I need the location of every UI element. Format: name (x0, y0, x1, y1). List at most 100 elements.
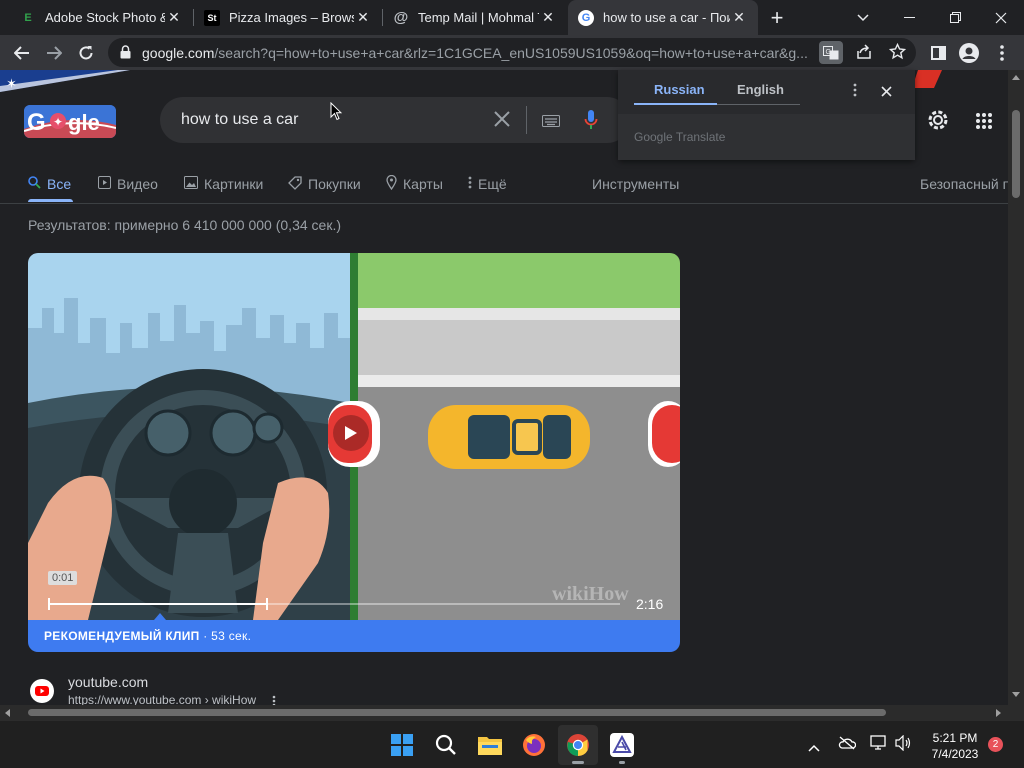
nav-tab-video[interactable]: Видео (98, 173, 158, 195)
translate-page-icon[interactable]: G (819, 41, 843, 64)
share-icon[interactable] (856, 44, 872, 65)
url-path: /search?q=how+to+use+a+car&rlz=1C1GCEA_e… (214, 44, 808, 61)
search-box-divider (526, 106, 527, 134)
system-clock[interactable]: 5:21 PM 7/4/2023 (922, 730, 988, 762)
minimize-icon[interactable] (894, 0, 924, 35)
voice-search-mic-icon[interactable] (584, 109, 598, 136)
video-scrub-handle[interactable] (266, 598, 268, 610)
bookmark-star-icon[interactable] (888, 42, 907, 65)
nav-tab-all[interactable]: Все (28, 173, 71, 195)
chrome-menu-icon[interactable] (990, 35, 1014, 70)
play-button-icon[interactable] (333, 415, 369, 451)
featured-video-player[interactable]: wikiHow 0:01 2:16 (28, 253, 680, 652)
windows-taskbar: 5:21 PM 7/4/2023 2 (0, 720, 1024, 768)
nav-divider (0, 203, 1008, 204)
reload-icon[interactable] (72, 35, 100, 70)
translate-target-language-tab[interactable]: English (737, 82, 784, 97)
tab-google-search[interactable]: G how to use a car - Пои ✕ (568, 0, 758, 35)
new-tab-icon[interactable]: + (764, 0, 790, 35)
featured-clip-duration: · 53 сек. (199, 629, 252, 643)
google-doodle-logo[interactable]: G ✦ gle (24, 105, 116, 138)
profile-avatar-icon[interactable] (956, 35, 982, 70)
active-tab-indicator (28, 199, 73, 202)
forward-arrow-icon[interactable] (40, 35, 68, 70)
search-query-text[interactable]: how to use a car (181, 111, 298, 129)
svg-text:G: G (27, 109, 46, 136)
nav-tab-more[interactable]: Ещё (468, 173, 507, 195)
tab-pizza-images[interactable]: St Pizza Images – Browse ✕ (194, 0, 382, 35)
tab-search-chevron-down-icon[interactable] (848, 0, 878, 35)
running-app-indicator (572, 761, 584, 764)
onedrive-offline-icon[interactable] (838, 736, 857, 755)
safesearch-button[interactable]: Безопасный п (920, 173, 1008, 195)
back-arrow-icon[interactable] (8, 35, 36, 70)
translate-tab-indicator (634, 103, 717, 105)
horizontal-scrollbar-thumb[interactable] (28, 709, 886, 716)
translate-close-icon[interactable] (881, 84, 892, 102)
tab-title: how to use a car - Пои (603, 10, 730, 25)
featured-clip-bar[interactable]: РЕКОМЕНДУЕМЫЙ КЛИП · 53 сек. (28, 620, 680, 652)
svg-text:gle: gle (68, 110, 100, 135)
browser-toolbar: google.com/search?q=how+to+use+a+car&rlz… (0, 35, 1024, 70)
windows-start-icon[interactable] (382, 725, 422, 765)
tab-adobe-stock[interactable]: E Adobe Stock Photo & V ✕ (10, 0, 193, 35)
translate-source-language-tab[interactable]: Russian (654, 82, 705, 97)
translate-footer: Google Translate (618, 114, 915, 160)
result-more-icon[interactable] (272, 694, 276, 705)
chrome-taskbar-icon[interactable] (558, 725, 598, 765)
close-tab-icon[interactable]: ✕ (165, 9, 183, 26)
close-window-icon[interactable] (986, 0, 1016, 35)
youtube-favicon-icon[interactable] (30, 679, 54, 703)
video-progress-track[interactable] (48, 598, 620, 610)
settings-gear-icon[interactable] (926, 108, 950, 137)
address-bar[interactable]: google.com/search?q=how+to+use+a+car&rlz… (108, 38, 916, 67)
nav-tab-label: Покупки (308, 176, 361, 192)
scroll-right-arrow-icon[interactable] (996, 709, 1001, 717)
nav-tab-label: Картинки (204, 176, 264, 192)
tab-title: Adobe Stock Photo & V (45, 10, 165, 25)
scroll-up-arrow-icon[interactable] (1012, 75, 1020, 80)
translate-options-icon[interactable] (853, 83, 857, 102)
clear-search-icon[interactable] (493, 110, 511, 133)
side-panel-icon[interactable] (925, 35, 951, 70)
firefox-icon[interactable] (514, 725, 554, 765)
url-text[interactable]: google.com/search?q=how+to+use+a+car&rlz… (142, 45, 812, 61)
network-icon[interactable] (870, 735, 888, 756)
vertical-scrollbar-thumb[interactable] (1012, 110, 1020, 198)
close-tab-icon[interactable]: ✕ (354, 9, 372, 26)
nav-tab-shopping[interactable]: Покупки (288, 173, 361, 195)
lock-icon[interactable] (120, 45, 131, 64)
taskbar-search-icon[interactable] (426, 725, 466, 765)
tab-temp-mail[interactable]: @ Temp Mail | Mohmal Te ✕ (383, 0, 567, 35)
result-site-name[interactable]: youtube.com (68, 674, 148, 690)
nav-tab-images[interactable]: Картинки (184, 173, 263, 195)
tab-title: Pizza Images – Browse (229, 10, 354, 25)
nav-tab-maps[interactable]: Карты (386, 173, 443, 195)
keyboard-icon[interactable] (542, 114, 560, 132)
nav-tab-label: Все (47, 176, 72, 192)
scroll-down-arrow-icon[interactable] (1012, 692, 1020, 697)
svg-text:G: G (826, 49, 831, 56)
result-url[interactable]: https://www.youtube.com › wikiHow (68, 693, 256, 705)
results-stats: Результатов: примерно 6 410 000 000 (0,3… (28, 217, 341, 233)
close-tab-icon[interactable]: ✕ (539, 9, 557, 26)
file-explorer-icon[interactable] (470, 725, 510, 765)
current-time-tooltip: 0:01 (48, 571, 78, 585)
translate-tab-underline (717, 104, 800, 105)
search-box[interactable]: how to use a car (160, 97, 630, 143)
image-icon (184, 176, 198, 192)
restore-icon[interactable] (940, 0, 970, 35)
volume-icon[interactable] (895, 734, 913, 756)
close-tab-icon[interactable]: ✕ (730, 9, 748, 26)
pinned-app-icon[interactable] (602, 725, 642, 765)
search-icon (28, 176, 41, 192)
google-apps-grid-icon[interactable] (975, 112, 993, 135)
show-hidden-icons-chevron-up-icon[interactable] (808, 739, 820, 757)
translate-popup: Russian English Google Translate (618, 70, 915, 160)
more-vert-icon (468, 176, 472, 192)
notification-badge[interactable]: 2 (988, 737, 1003, 752)
vertical-scrollbar[interactable] (1008, 70, 1024, 705)
scroll-left-arrow-icon[interactable] (5, 709, 10, 717)
horizontal-scrollbar[interactable] (0, 705, 1008, 720)
tools-button[interactable]: Инструменты (592, 173, 679, 195)
